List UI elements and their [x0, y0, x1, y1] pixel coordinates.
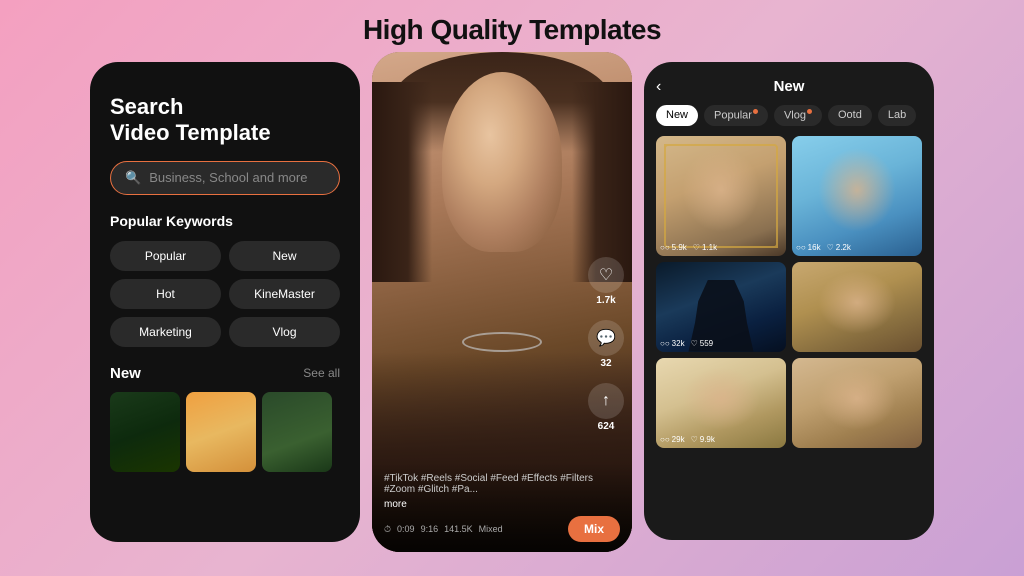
keyword-grid: Popular New Hot KineMaster Marketing Vlo…	[110, 241, 340, 347]
video-duration: 0:09	[397, 524, 415, 534]
tab-lab[interactable]: Lab	[878, 105, 916, 126]
keyword-new[interactable]: New	[229, 241, 340, 271]
hair-sides-right	[572, 82, 632, 282]
share-action[interactable]: ↑ 624	[588, 383, 624, 432]
tab-ootd[interactable]: Ootd	[828, 105, 872, 126]
face-overlay-5	[682, 367, 760, 430]
page-title: High Quality Templates	[363, 14, 661, 46]
new-section-header: New See all	[110, 365, 340, 382]
tab-vlog[interactable]: Vlog	[774, 105, 822, 126]
video-background: ♡ 1.7k 💬 32 ↑ 624 #TikTok #Reels #Social…	[372, 52, 632, 552]
clock-icon: ⏱	[384, 524, 391, 535]
views-5: ○○ 29k	[660, 435, 685, 444]
grid-item-5[interactable]: ○○ 29k ♡ 9.9k	[656, 358, 786, 448]
grid-item-3[interactable]: ○○ 32k ♡ 559	[656, 262, 786, 352]
phone-video: ♡ 1.7k 💬 32 ↑ 624 #TikTok #Reels #Social…	[372, 52, 632, 552]
grid-item-2[interactable]: ○○ 16k ♡ 2.2k	[792, 136, 922, 256]
grid-meta-3: ○○ 32k ♡ 559	[660, 339, 713, 348]
phone3-page-title: New	[774, 78, 805, 95]
face-overlay-2	[818, 148, 896, 232]
likes-1: ♡ 1.1k	[693, 243, 717, 252]
vlog-dot	[807, 109, 812, 114]
video-sidebar: ♡ 1.7k 💬 32 ↑ 624	[588, 257, 624, 432]
share-count: 624	[598, 421, 615, 432]
new-section-label: New	[110, 365, 141, 382]
thumb-1[interactable]	[110, 392, 180, 472]
back-button[interactable]: ‹	[656, 78, 661, 96]
video-meta: ⏱ 0:09 9:16 141.5K Mixed	[384, 524, 503, 535]
phone3-header: ‹ New	[656, 78, 922, 95]
comment-action[interactable]: 💬 32	[588, 320, 624, 369]
hair-sides-left	[372, 82, 432, 282]
heart-action[interactable]: ♡ 1.7k	[588, 257, 624, 306]
mix-button[interactable]: Mix	[568, 516, 620, 542]
keyword-hot[interactable]: Hot	[110, 279, 221, 309]
keyword-marketing[interactable]: Marketing	[110, 317, 221, 347]
template-grid: ○○ 5.9k ♡ 1.1k ○○ 16k ♡ 2.2k ○○ 32k ♡ 55…	[656, 136, 922, 448]
search-icon: 🔍	[125, 170, 141, 186]
views-1: ○○ 5.9k	[660, 243, 687, 252]
grid-item-6[interactable]	[792, 358, 922, 448]
keyword-vlog[interactable]: Vlog	[229, 317, 340, 347]
video-info-row: ⏱ 0:09 9:16 141.5K Mixed Mix	[384, 516, 620, 542]
views-3: ○○ 32k	[660, 339, 685, 348]
grid-item-4[interactable]	[792, 262, 922, 352]
face-overlay-6	[818, 367, 896, 430]
likes-5: ♡ 9.9k	[691, 435, 715, 444]
tab-new[interactable]: New	[656, 105, 698, 126]
likes-3: ♡ 559	[691, 339, 714, 348]
search-title: SearchVideo Template	[110, 94, 340, 147]
face-highlight	[442, 72, 562, 252]
grid-meta-5: ○○ 29k ♡ 9.9k	[660, 435, 715, 444]
heart-icon: ♡	[588, 257, 624, 293]
comment-icon: 💬	[588, 320, 624, 356]
hashtags-text: #TikTok #Reels #Social #Feed #Effects #F…	[384, 473, 620, 495]
video-bottom: #TikTok #Reels #Social #Feed #Effects #F…	[372, 463, 632, 552]
share-icon: ↑	[588, 383, 624, 419]
popular-dot	[753, 109, 758, 114]
video-views: 141.5K	[444, 524, 473, 534]
phone-search: SearchVideo Template 🔍 Business, School …	[90, 62, 360, 542]
thumb-3[interactable]	[262, 392, 332, 472]
filter-tabs: New Popular Vlog Ootd Lab	[656, 105, 922, 126]
likes-2: ♡ 2.2k	[827, 243, 851, 252]
thumbnail-row	[110, 392, 340, 472]
more-text[interactable]: more	[384, 499, 620, 510]
grid-item-1[interactable]: ○○ 5.9k ♡ 1.1k	[656, 136, 786, 256]
search-placeholder-text: Business, School and more	[149, 170, 307, 185]
video-resolution: 9:16	[421, 524, 439, 534]
phones-container: SearchVideo Template 🔍 Business, School …	[0, 62, 1024, 552]
chain	[462, 332, 542, 352]
heart-count: 1.7k	[596, 295, 615, 306]
keyword-popular[interactable]: Popular	[110, 241, 221, 271]
popular-keywords-title: Popular Keywords	[110, 213, 340, 229]
face-overlay-4	[818, 271, 896, 334]
see-all-link[interactable]: See all	[303, 366, 340, 380]
grid-meta-2: ○○ 16k ♡ 2.2k	[796, 243, 851, 252]
face-frame-1	[664, 144, 778, 248]
search-box[interactable]: 🔍 Business, School and more	[110, 161, 340, 195]
phone-templates: ‹ New New Popular Vlog Ootd Lab ○○ 5.9k …	[644, 62, 934, 540]
tab-popular[interactable]: Popular	[704, 105, 768, 126]
grid-meta-1: ○○ 5.9k ♡ 1.1k	[660, 243, 717, 252]
views-2: ○○ 16k	[796, 243, 821, 252]
video-quality: Mixed	[479, 524, 503, 534]
thumb-2[interactable]	[186, 392, 256, 472]
comment-count: 32	[600, 358, 611, 369]
keyword-kinemaster[interactable]: KineMaster	[229, 279, 340, 309]
